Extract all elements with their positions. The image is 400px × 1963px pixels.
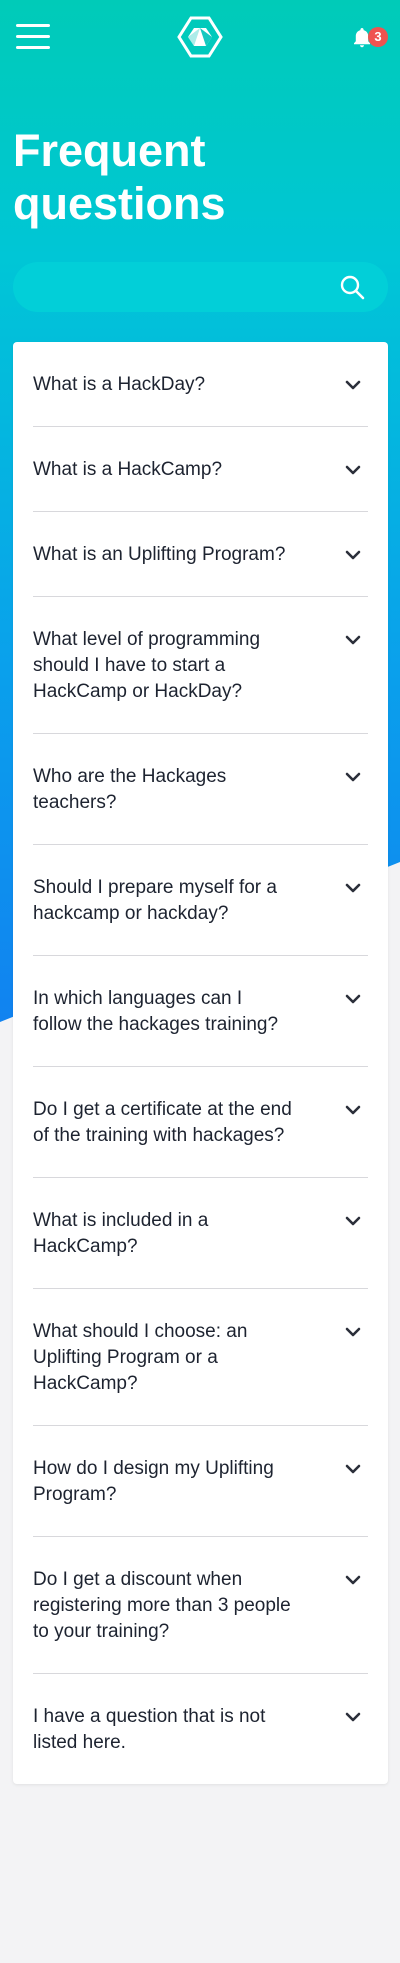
notification-bell-button[interactable]: 3 — [350, 24, 392, 54]
search-icon[interactable] — [339, 274, 365, 300]
faq-item[interactable]: In which languages can I follow the hack… — [33, 956, 368, 1067]
faq-question: What is included in a HackCamp? — [33, 1210, 209, 1257]
faq-question: Who are the Hackages teachers? — [33, 766, 227, 813]
chevron-down-icon[interactable] — [342, 766, 364, 788]
faq-question: What is a HackDay? — [33, 374, 206, 395]
chevron-down-icon[interactable] — [342, 629, 364, 651]
hackages-logo[interactable] — [177, 16, 223, 58]
chevron-down-icon[interactable] — [342, 1458, 364, 1480]
chevron-down-icon[interactable] — [342, 988, 364, 1010]
faq-item[interactable]: Do I get a discount when registering mor… — [33, 1537, 368, 1674]
faq-list: What is a HackDay? What is a HackCamp? Wha… — [13, 342, 388, 1784]
chevron-down-icon[interactable] — [342, 1706, 364, 1728]
chevron-down-icon[interactable] — [342, 544, 364, 566]
faq-item[interactable]: I have a question that is not listed her… — [33, 1674, 368, 1784]
faq-item[interactable]: What is an Uplifting Program? — [33, 512, 368, 597]
faq-item[interactable]: Should I prepare myself for a hackcamp o… — [33, 845, 368, 956]
chevron-down-icon[interactable] — [342, 1321, 364, 1343]
faq-question: Do I get a discount when registering mor… — [33, 1569, 291, 1642]
faq-question: In which languages can I follow the hack… — [33, 988, 279, 1035]
search-bar[interactable] — [13, 262, 388, 312]
faq-item[interactable]: How do I design my Uplifting Program? — [33, 1426, 368, 1537]
hamburger-menu-icon[interactable] — [16, 24, 50, 50]
faq-question: I have a question that is not listed her… — [33, 1706, 266, 1753]
faq-question: Do I get a certificate at the end of the… — [33, 1099, 292, 1146]
faq-question: What level of programming should I have … — [33, 629, 261, 702]
chevron-down-icon[interactable] — [342, 374, 364, 396]
faq-item[interactable]: Who are the Hackages teachers? — [33, 734, 368, 845]
faq-question: What is an Uplifting Program? — [33, 544, 286, 565]
chevron-down-icon[interactable] — [342, 459, 364, 481]
chevron-down-icon[interactable] — [342, 1210, 364, 1232]
faq-question: Should I prepare myself for a hackcamp o… — [33, 877, 277, 924]
faq-question: What is a HackCamp? — [33, 459, 223, 480]
top-bar: 3 — [0, 0, 400, 76]
faq-item[interactable]: What should I choose: an Uplifting Progr… — [33, 1289, 368, 1426]
faq-item[interactable]: What is included in a HackCamp? — [33, 1178, 368, 1289]
faq-question: What should I choose: an Uplifting Progr… — [33, 1321, 248, 1394]
faq-item[interactable]: What is a HackDay? — [33, 342, 368, 427]
page-title: Frequent questions — [13, 125, 226, 229]
chevron-down-icon[interactable] — [342, 1569, 364, 1591]
faq-item[interactable]: What is a HackCamp? — [33, 427, 368, 512]
chevron-down-icon[interactable] — [342, 877, 364, 899]
faq-question: How do I design my Uplifting Program? — [33, 1458, 274, 1505]
search-input[interactable] — [35, 262, 325, 312]
chevron-down-icon[interactable] — [342, 1099, 364, 1121]
faq-item[interactable]: Do I get a certificate at the end of the… — [33, 1067, 368, 1178]
faq-item[interactable]: What level of programming should I have … — [33, 597, 368, 734]
notification-count-badge: 3 — [368, 27, 388, 47]
